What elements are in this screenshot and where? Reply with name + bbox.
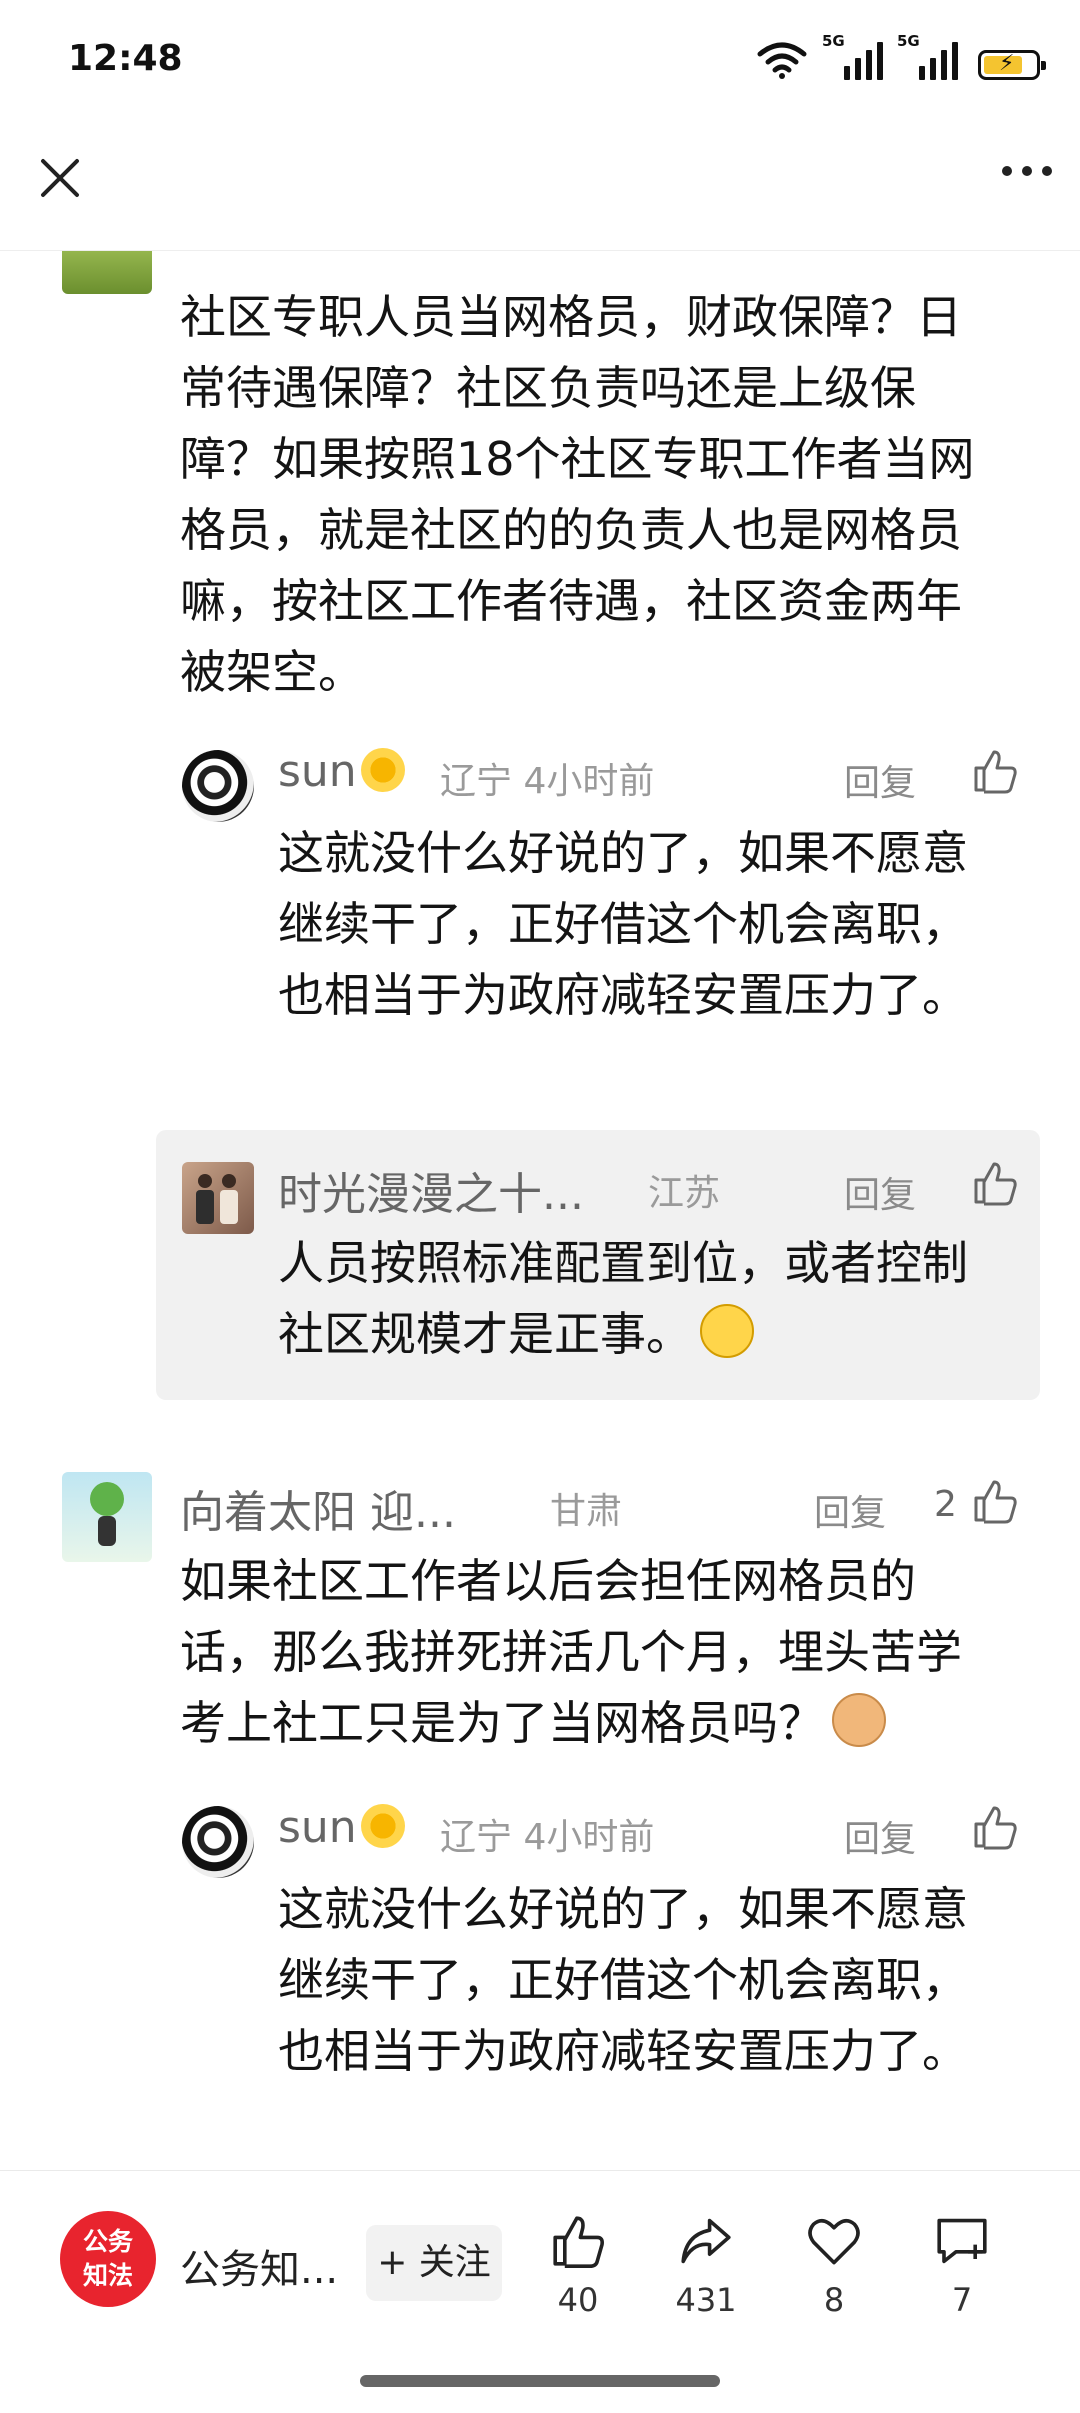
share-count: 431	[675, 2281, 737, 2319]
doge-emoji-icon	[832, 1693, 886, 1747]
comment-count: 7	[951, 2281, 973, 2319]
home-indicator[interactable]	[360, 2375, 720, 2387]
thumbs-up-icon[interactable]	[970, 1158, 1020, 1208]
reply-author-name[interactable]: sun	[278, 1802, 405, 1853]
reply-button[interactable]: 回复	[844, 1166, 916, 1218]
favorite-count: 8	[823, 2281, 845, 2319]
avatar[interactable]	[182, 1162, 254, 1234]
comment-add-icon	[937, 2218, 987, 2264]
share-button[interactable]: 431	[666, 2211, 746, 2319]
reply-button[interactable]: 回复	[844, 754, 916, 806]
thumbs-up-icon[interactable]	[970, 1802, 1020, 1852]
thumbs-up-icon	[553, 2216, 604, 2268]
more-options-icon[interactable]	[1002, 166, 1052, 176]
favorite-button[interactable]: 8	[794, 2211, 874, 2319]
sun-emoji-icon	[360, 1804, 405, 1848]
top-bar	[0, 120, 1080, 251]
reply-author-name[interactable]: 时光漫漫之十...	[278, 1158, 584, 1222]
share-icon	[681, 2218, 731, 2264]
thumbs-up-icon[interactable]	[970, 746, 1020, 796]
cellular-signal-icon: 5G	[897, 32, 958, 80]
bottom-action-bar: 公务知法 公务知... + 关注 40 431 8 7	[0, 2170, 1080, 2413]
comment-list[interactable]: 社区专职人员当网格员，财政保障？日常待遇保障？社区负责吗还是上级保障？如果按照1…	[0, 250, 1080, 2170]
avatar[interactable]	[182, 750, 254, 822]
reply-location: 辽宁 4小时前	[440, 761, 655, 802]
wifi-icon	[757, 42, 807, 79]
battery-icon: ⚡	[978, 50, 1046, 80]
publisher-name[interactable]: 公务知...	[180, 2237, 338, 2295]
sun-emoji-icon	[360, 748, 405, 792]
comment-location: 甘肃	[550, 1491, 623, 1532]
like-count: 2	[934, 1484, 957, 1525]
status-icons: 5G 5G ⚡	[756, 32, 1046, 80]
thumbs-up-icon[interactable]	[970, 1476, 1020, 1526]
like-button[interactable]: 40	[538, 2211, 618, 2319]
reply-button[interactable]: 回复	[814, 1484, 886, 1536]
status-time: 12:48	[68, 38, 183, 79]
comment-button[interactable]: 7	[922, 2211, 1002, 2319]
network-type-label: 5G	[897, 32, 920, 50]
network-type-label: 5G	[822, 32, 845, 50]
reply-location: 辽宁 4小时前	[440, 1817, 655, 1858]
heart-icon	[808, 2218, 860, 2265]
comment-text: 社区专职人员当网格员，财政保障？日常待遇保障？社区负责吗还是上级保障？如果按照1…	[180, 290, 975, 699]
smile-emoji-icon	[700, 1304, 754, 1358]
comment-author-name[interactable]: 向着太阳 迎...	[180, 1476, 456, 1540]
publisher-logo-text: 公务知法	[82, 2227, 133, 2290]
follow-button[interactable]: + 关注	[366, 2225, 502, 2301]
publisher-logo[interactable]: 公务知法	[60, 2211, 156, 2307]
cellular-signal-icon: 5G	[822, 32, 883, 80]
comment-text: 如果社区工作者以后会担任网格员的话，那么我拼死拼活几个月，埋头苦学考上社工只是为…	[180, 1554, 962, 1750]
avatar[interactable]	[182, 1806, 254, 1878]
reply-text: 这就没什么好说的了，如果不愿意继续干了，正好借这个机会离职，也相当于为政府减轻安…	[278, 826, 968, 1022]
avatar[interactable]	[62, 1472, 152, 1562]
close-icon[interactable]	[30, 148, 90, 208]
reply-button[interactable]: 回复	[844, 1810, 916, 1862]
reply-text: 人员按照标准配置到位，或者控制社区规模才是正事。	[278, 1236, 968, 1361]
avatar[interactable]	[62, 250, 152, 294]
reply-author-name[interactable]: sun	[278, 746, 405, 797]
reply-location: 江苏	[648, 1173, 721, 1214]
like-count: 40	[557, 2281, 599, 2319]
status-bar: 12:48 5G 5G ⚡	[0, 0, 1080, 120]
reply-text: 这就没什么好说的了，如果不愿意继续干了，正好借这个机会离职，也相当于为政府减轻安…	[278, 1882, 968, 2078]
